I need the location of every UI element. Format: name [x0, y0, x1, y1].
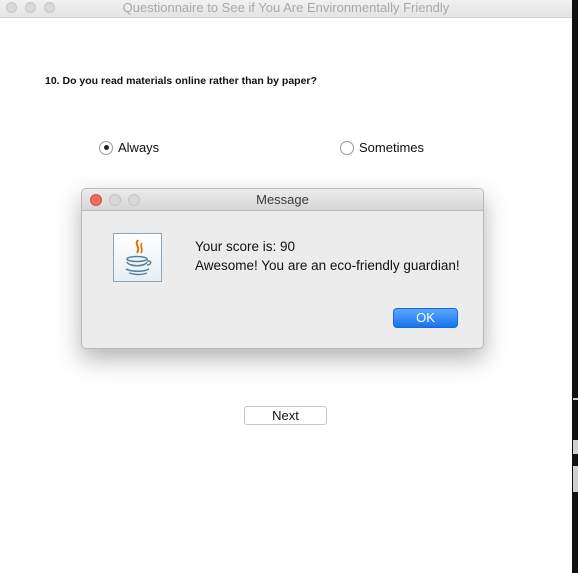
radio-label-always: Always [118, 140, 160, 155]
radio-selected-dot [103, 145, 109, 150]
radio-option-sometimes[interactable]: Sometimes [340, 140, 424, 155]
result-message: Awesome! You are an eco-friendly guardia… [195, 258, 460, 273]
radio-option-always[interactable]: Always [99, 140, 159, 155]
radio-button-sometimes[interactable] [340, 140, 354, 155]
message-dialog: Message Your score is: 90 Awesome! You a… [81, 188, 484, 349]
screen: Questionnaire to See if You Are Environm… [0, 0, 578, 573]
background-window-mark [573, 466, 578, 492]
dialog-title: Message [256, 192, 309, 207]
java-coffee-cup-icon [113, 233, 162, 282]
window-titlebar[interactable]: Questionnaire to See if You Are Environm… [0, 0, 572, 18]
ok-button[interactable]: OK [393, 308, 458, 328]
background-window-mark [573, 398, 578, 400]
background-window-mark [573, 440, 578, 454]
dialog-titlebar[interactable]: Message [82, 189, 483, 211]
question-text: 10. Do you read materials online rather … [45, 75, 317, 87]
radio-button-always[interactable] [99, 140, 113, 155]
next-button[interactable]: Next [244, 406, 327, 425]
score-message: Your score is: 90 [195, 239, 296, 254]
radio-label-sometimes: Sometimes [359, 140, 425, 155]
window-title: Questionnaire to See if You Are Environm… [122, 0, 450, 15]
